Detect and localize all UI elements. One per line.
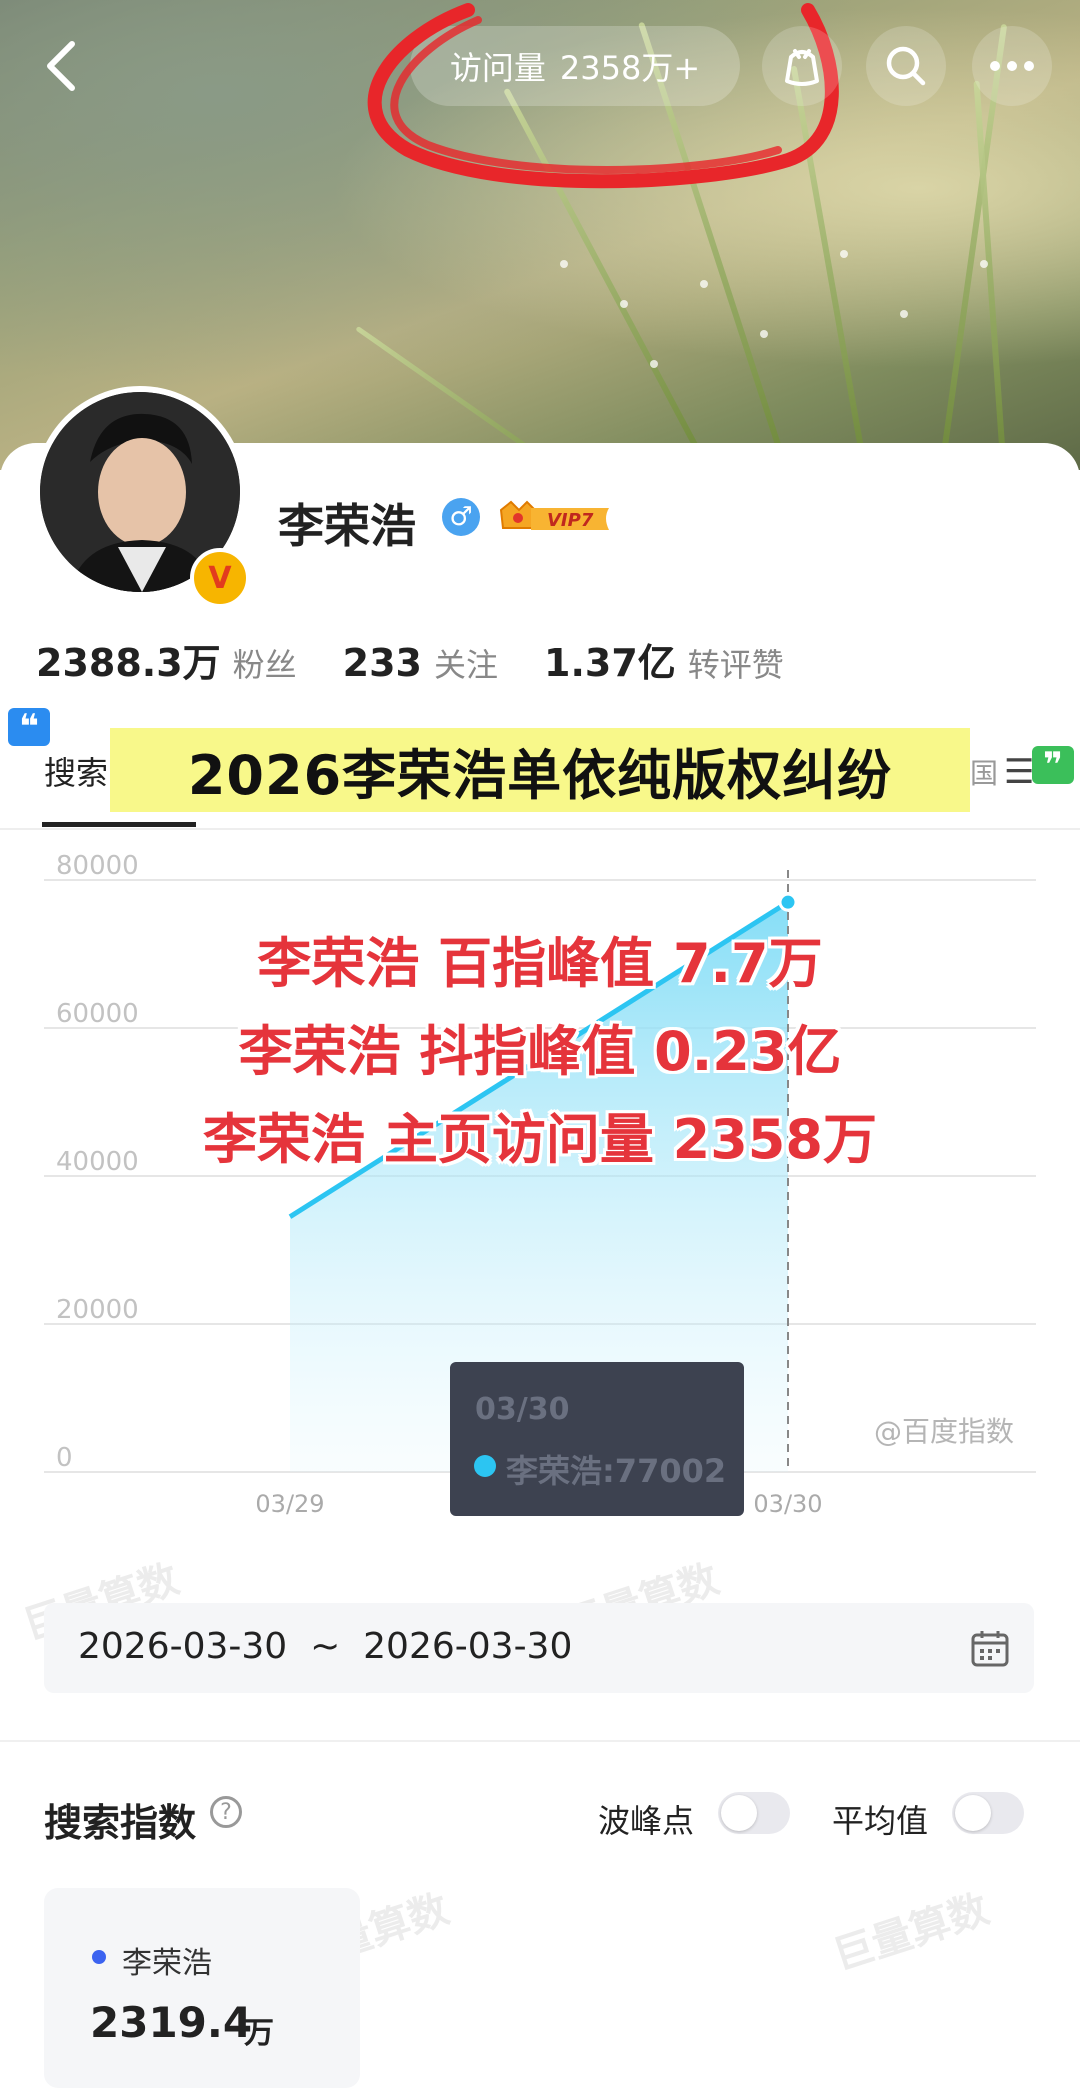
calendar-icon[interactable]	[970, 1628, 1010, 1668]
keyword-color-dot	[92, 1950, 106, 1964]
fans-label[interactable]: 粉丝	[233, 640, 297, 686]
back-icon	[47, 41, 75, 91]
average-toggle[interactable]	[952, 1792, 1024, 1834]
tooltip-series-dot	[474, 1455, 496, 1477]
section-title: 搜索指数	[44, 1801, 197, 1845]
x-tick-label: 03/30	[753, 1490, 822, 1518]
back-button[interactable]	[22, 26, 102, 106]
keyword-value: 2319.4	[90, 1998, 253, 2047]
vip-level: VIP7	[547, 510, 594, 531]
hover-point[interactable]	[778, 892, 798, 912]
more-icon	[990, 61, 1034, 71]
peak-toggle[interactable]	[718, 1792, 790, 1834]
average-toggle-label: 平均值	[832, 1802, 929, 1840]
y-tick-label: 80000	[56, 851, 139, 881]
following-count[interactable]: 233	[343, 641, 422, 685]
vip-badge[interactable]: VIP7	[497, 498, 615, 538]
peak-toggle-label: 波峰点	[598, 1802, 695, 1840]
gift-button[interactable]	[762, 26, 842, 106]
interactions-count: 1.37亿	[544, 641, 676, 685]
section-divider	[0, 1740, 1080, 1742]
red-annotation-circle	[367, 3, 839, 189]
search-button[interactable]	[866, 26, 946, 106]
profile-stats: 2388.3万 粉丝 233 关注 1.37亿 转评赞	[36, 632, 830, 687]
verified-v-badge: V	[190, 548, 250, 608]
tab-search[interactable]: 搜索	[44, 748, 108, 794]
chart-source-watermark: @百度指数	[874, 1415, 1015, 1448]
search-icon	[886, 46, 926, 86]
keyword-unit: 万	[244, 2016, 274, 2051]
tooltip-value: 李荣浩:77002	[506, 1452, 727, 1490]
gift-bag-icon	[785, 49, 819, 86]
male-gender-icon: ♂	[442, 498, 480, 536]
title-banner: 2026李荣浩单依纯版权纠纷	[110, 728, 970, 812]
user-name: 李荣浩	[278, 499, 416, 553]
open-quote-icon: ❝	[8, 707, 50, 747]
date-range-text[interactable]: 2026-03-30 ~ 2026-03-30	[78, 1626, 572, 1667]
tab-region[interactable]: 国	[970, 752, 998, 792]
more-button[interactable]	[972, 26, 1052, 106]
menu-icon[interactable]: ☰	[1004, 752, 1034, 792]
overlay-line-2: 李荣浩 抖指峰值 0.23亿	[238, 1020, 842, 1083]
x-tick-label: 03/29	[255, 1490, 324, 1518]
overlay-line-3: 李荣浩 主页访问量 2358万	[203, 1108, 877, 1171]
overlay-line-1: 李荣浩 百指峰值 7.7万	[257, 932, 823, 995]
close-quote-icon: ❞	[1032, 745, 1074, 785]
y-tick-label: 20000	[56, 1295, 139, 1325]
keyword-card[interactable]	[44, 1888, 360, 2088]
tooltip-date: 03/30	[475, 1392, 570, 1427]
fans-count[interactable]: 2388.3万	[36, 632, 221, 687]
overlay-caption: 李荣浩 百指峰值 7.7万 李荣浩 抖指峰值 0.23亿 李荣浩 主页访问量 2…	[0, 920, 1080, 1184]
help-icon[interactable]: ?	[210, 1796, 242, 1828]
chart-tooltip	[450, 1362, 744, 1516]
interactions-label: 转评赞	[687, 646, 784, 684]
following-label[interactable]: 关注	[434, 640, 498, 686]
keyword-name: 李荣浩	[122, 1946, 212, 1981]
y-tick-label: 0	[56, 1443, 73, 1473]
active-tab-indicator	[42, 822, 196, 827]
